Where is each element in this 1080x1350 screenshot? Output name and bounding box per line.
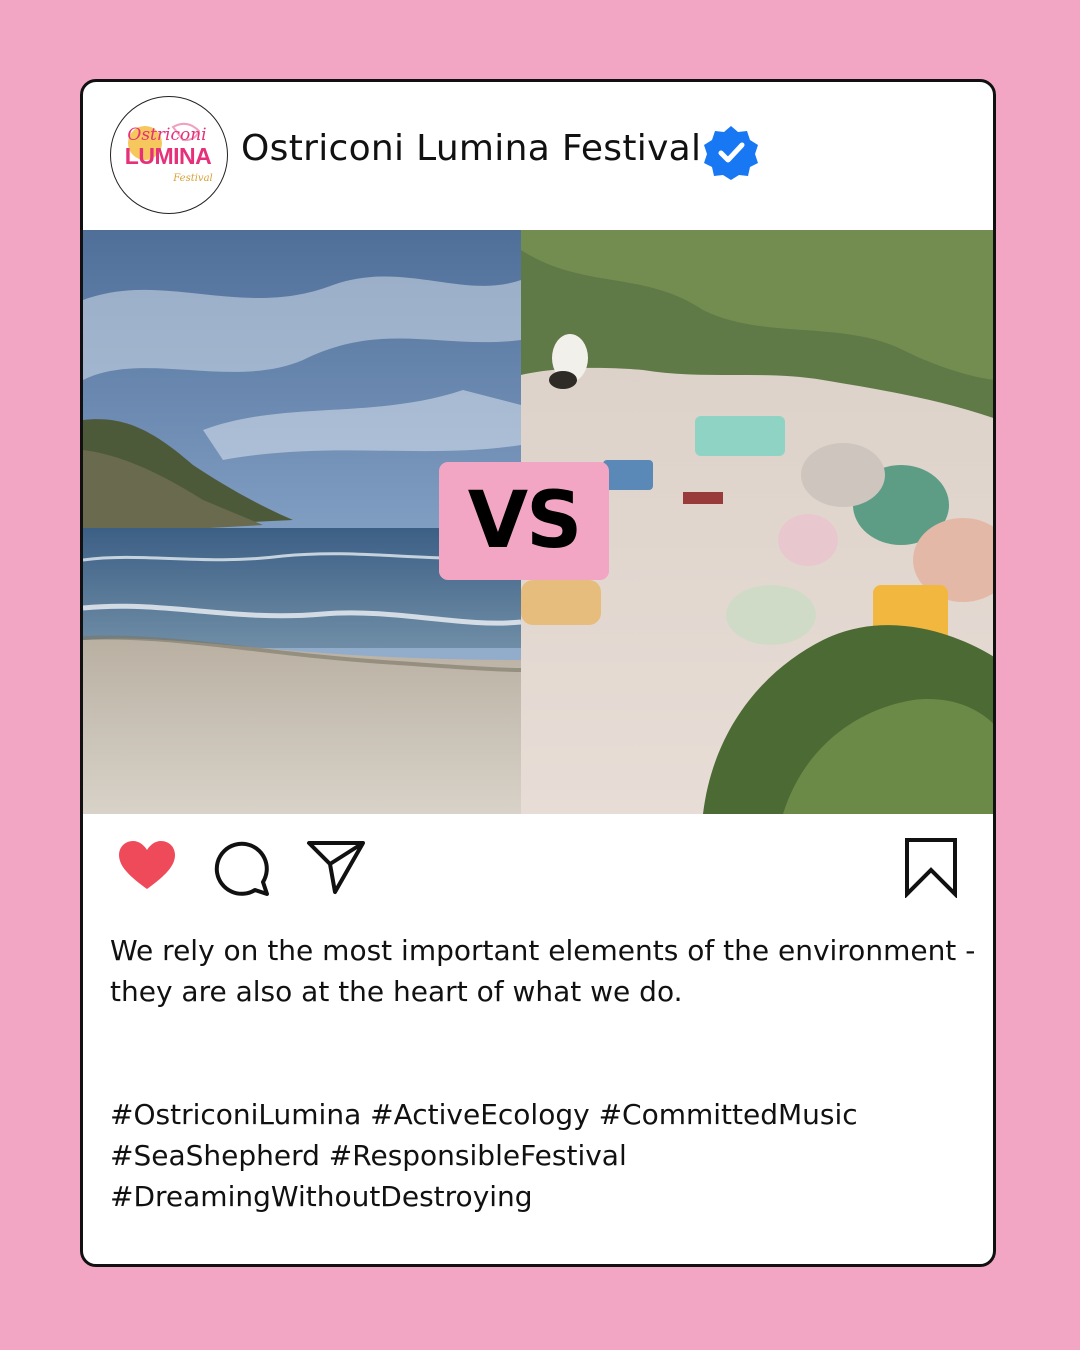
hashtag-line[interactable]: #SeaShepherd #ResponsibleFestival (110, 1135, 970, 1176)
verified-badge-icon (704, 126, 758, 180)
account-avatar[interactable]: Ostriconi LUMINA Festival (110, 96, 228, 214)
send-icon[interactable] (305, 838, 367, 896)
post-hashtags: #OstriconiLumina #ActiveEcology #Committ… (110, 1094, 970, 1217)
hashtag-line[interactable]: #DreamingWithoutDestroying (110, 1176, 970, 1217)
logo-text-lumina: LUMINA (125, 143, 211, 169)
post-image[interactable]: VS (83, 230, 993, 814)
post-caption: We rely on the most important elements o… (110, 930, 990, 1012)
account-name[interactable]: Ostriconi Lumina Festival (241, 128, 701, 169)
heart-icon[interactable] (117, 840, 177, 892)
comment-icon[interactable] (211, 838, 271, 898)
festival-logo: Ostriconi LUMINA Festival (125, 122, 213, 184)
caption-line: they are also at the heart of what we do… (110, 975, 683, 1008)
caption-line: We rely on the most important elements o… (110, 934, 976, 967)
logo-text-ostriconi: Ostriconi (127, 125, 206, 145)
bookmark-icon[interactable] (903, 838, 959, 898)
hashtag-line[interactable]: #OstriconiLumina #ActiveEcology #Committ… (110, 1094, 970, 1135)
vs-label: VS (439, 462, 609, 580)
logo-text-festival: Festival (172, 173, 212, 184)
post-actions (83, 832, 993, 902)
post-header: Ostriconi LUMINA Festival Ostriconi Lumi… (83, 82, 993, 232)
post-card: Ostriconi LUMINA Festival Ostriconi Lumi… (80, 79, 996, 1267)
